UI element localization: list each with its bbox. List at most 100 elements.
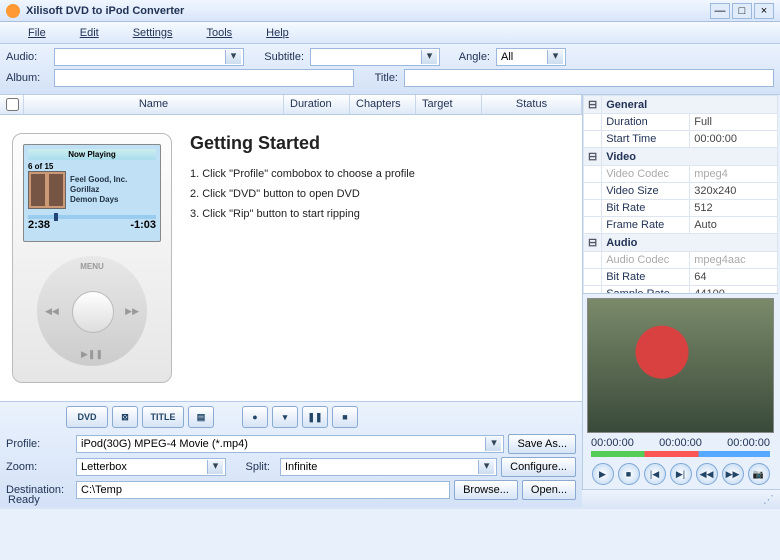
stop-button[interactable]: ■ — [332, 406, 358, 428]
progress-bar — [28, 215, 156, 219]
prop-key: Video Size — [602, 183, 690, 200]
resize-grip[interactable]: ⋰ — [763, 493, 772, 506]
browse-button[interactable]: Browse... — [454, 480, 518, 500]
time-2: 00:00:00 — [659, 437, 702, 449]
now-playing-label: Now Playing — [28, 149, 156, 160]
prop-key: Bit Rate — [602, 200, 690, 217]
col-name[interactable]: Name — [24, 95, 284, 114]
angle-combo[interactable]: All▾ — [496, 48, 566, 66]
title-button[interactable]: TITLE — [142, 406, 184, 428]
prop-value: mpeg4aac — [690, 252, 778, 269]
profile-combo[interactable]: iPod(30G) MPEG-4 Movie (*.mp4)▾ — [76, 435, 504, 453]
timeline-bar[interactable] — [591, 451, 770, 457]
prop-value[interactable]: Auto — [690, 217, 778, 234]
prop-value[interactable]: Full — [690, 114, 778, 131]
prop-key: Duration — [602, 114, 690, 131]
step-back-button[interactable]: ◀◀ — [696, 463, 718, 485]
subtitle-label: Subtitle: — [244, 51, 304, 63]
prop-value[interactable]: 00:00:00 — [690, 131, 778, 148]
audio-combo[interactable]: ▾ — [54, 48, 244, 66]
step-fwd-button[interactable]: ▶▶ — [722, 463, 744, 485]
col-chapters[interactable]: Chapters — [350, 95, 416, 114]
prop-value[interactable]: 320x240 — [690, 183, 778, 200]
preview-pane — [587, 298, 774, 433]
app-icon — [6, 4, 20, 18]
split-label: Split: — [230, 461, 270, 473]
chapter-button[interactable]: ▤ — [188, 406, 214, 428]
prop-key: Video Codec — [602, 166, 690, 183]
collapse-icon[interactable]: ⊟ — [584, 234, 602, 252]
collapse-icon[interactable]: ⊟ — [584, 96, 602, 114]
list-header: Name Duration Chapters Target Status — [0, 95, 582, 115]
chevron-down-icon: ▾ — [225, 50, 241, 64]
album-field[interactable] — [54, 69, 354, 87]
dvd-button[interactable]: DVD — [66, 406, 108, 428]
track-artist: Gorillaz — [70, 185, 127, 195]
pause-button[interactable]: ❚❚ — [302, 406, 328, 428]
guide-step-2: 2. Click "DVD" button to open DVD — [190, 188, 570, 200]
configure-button[interactable]: Configure... — [501, 457, 576, 477]
collapse-icon[interactable]: ⊟ — [584, 148, 602, 166]
menu-edit[interactable]: Edit — [80, 27, 99, 39]
status-text: Ready — [8, 494, 40, 506]
minimize-button[interactable]: — — [710, 3, 730, 19]
track-album: Demon Days — [70, 195, 127, 205]
click-wheel: MENU ◀◀ ▶▶ ▶❚❚ — [37, 256, 147, 366]
col-duration[interactable]: Duration — [284, 95, 350, 114]
zoom-label: Zoom: — [6, 461, 72, 473]
preview-image — [588, 299, 773, 432]
menu-file[interactable]: File — [28, 27, 46, 39]
rip-dropdown[interactable]: ▾ — [272, 406, 298, 428]
close-button[interactable]: × — [754, 3, 774, 19]
chevron-down-icon: ▾ — [485, 437, 501, 451]
guide-step-3: 3. Click "Rip" button to start ripping — [190, 208, 570, 220]
profile-label: Profile: — [6, 438, 72, 450]
select-all-checkbox[interactable] — [6, 98, 19, 111]
prop-key: Frame Rate — [602, 217, 690, 234]
properties-panel: ⊟General DurationFull Start Time00:00:00… — [583, 95, 778, 294]
prev-button[interactable]: |◀ — [644, 463, 666, 485]
split-combo[interactable]: Infinite▾ — [280, 458, 497, 476]
time-3: 00:00:00 — [727, 437, 770, 449]
col-status[interactable]: Status — [482, 95, 582, 114]
destination-field[interactable]: C:\Temp — [76, 481, 450, 499]
prop-value[interactable]: 44100 — [690, 286, 778, 295]
track-counter: 6 of 15 — [28, 162, 156, 171]
maximize-button[interactable]: □ — [732, 3, 752, 19]
save-as-button[interactable]: Save As... — [508, 434, 576, 454]
header-checkbox[interactable] — [0, 95, 24, 114]
title-field[interactable] — [404, 69, 774, 87]
group-video: Video — [602, 148, 778, 166]
menu-help[interactable]: Help — [266, 27, 289, 39]
bottom-controls: DVD ⊠ TITLE ▤ ● ▾ ❚❚ ■ Profile: iPod(30G… — [0, 401, 582, 507]
prop-value[interactable]: 64 — [690, 269, 778, 286]
next-button[interactable]: ▶| — [670, 463, 692, 485]
time-remain: -1:03 — [130, 219, 156, 231]
col-target[interactable]: Target — [416, 95, 482, 114]
group-general: General — [602, 96, 778, 114]
getting-started-panel: Getting Started 1. Click "Profile" combo… — [172, 133, 570, 383]
ifo-button[interactable]: ⊠ — [112, 406, 138, 428]
menu-settings[interactable]: Settings — [133, 27, 173, 39]
prop-value[interactable]: 512 — [690, 200, 778, 217]
audio-label: Audio: — [6, 51, 54, 63]
forward-icon: ▶▶ — [125, 306, 139, 317]
wheel-menu-label: MENU — [37, 262, 147, 271]
zoom-combo[interactable]: Letterbox▾ — [76, 458, 226, 476]
angle-value: All — [501, 51, 513, 63]
prop-key: Start Time — [602, 131, 690, 148]
subtitle-combo[interactable]: ▾ — [310, 48, 440, 66]
open-button[interactable]: Open... — [522, 480, 576, 500]
guide-step-1: 1. Click "Profile" combobox to choose a … — [190, 168, 570, 180]
zoom-value: Letterbox — [81, 461, 127, 473]
ipod-illustration: Now Playing 6 of 15 Feel Good, Inc. Gori… — [12, 133, 172, 383]
source-toolbar: Audio: ▾ Subtitle: ▾ Angle: All▾ Album: … — [0, 44, 780, 95]
title-bar: Xilisoft DVD to iPod Converter — □ × — [0, 0, 780, 22]
play-button[interactable]: ▶ — [592, 463, 614, 485]
play-pause-icon: ▶❚❚ — [37, 349, 147, 360]
snapshot-button[interactable]: 📷 — [748, 463, 770, 485]
menu-tools[interactable]: Tools — [206, 27, 232, 39]
rip-button[interactable]: ● — [242, 406, 268, 428]
title-label: Title: — [354, 72, 398, 84]
preview-stop-button[interactable]: ■ — [618, 463, 640, 485]
